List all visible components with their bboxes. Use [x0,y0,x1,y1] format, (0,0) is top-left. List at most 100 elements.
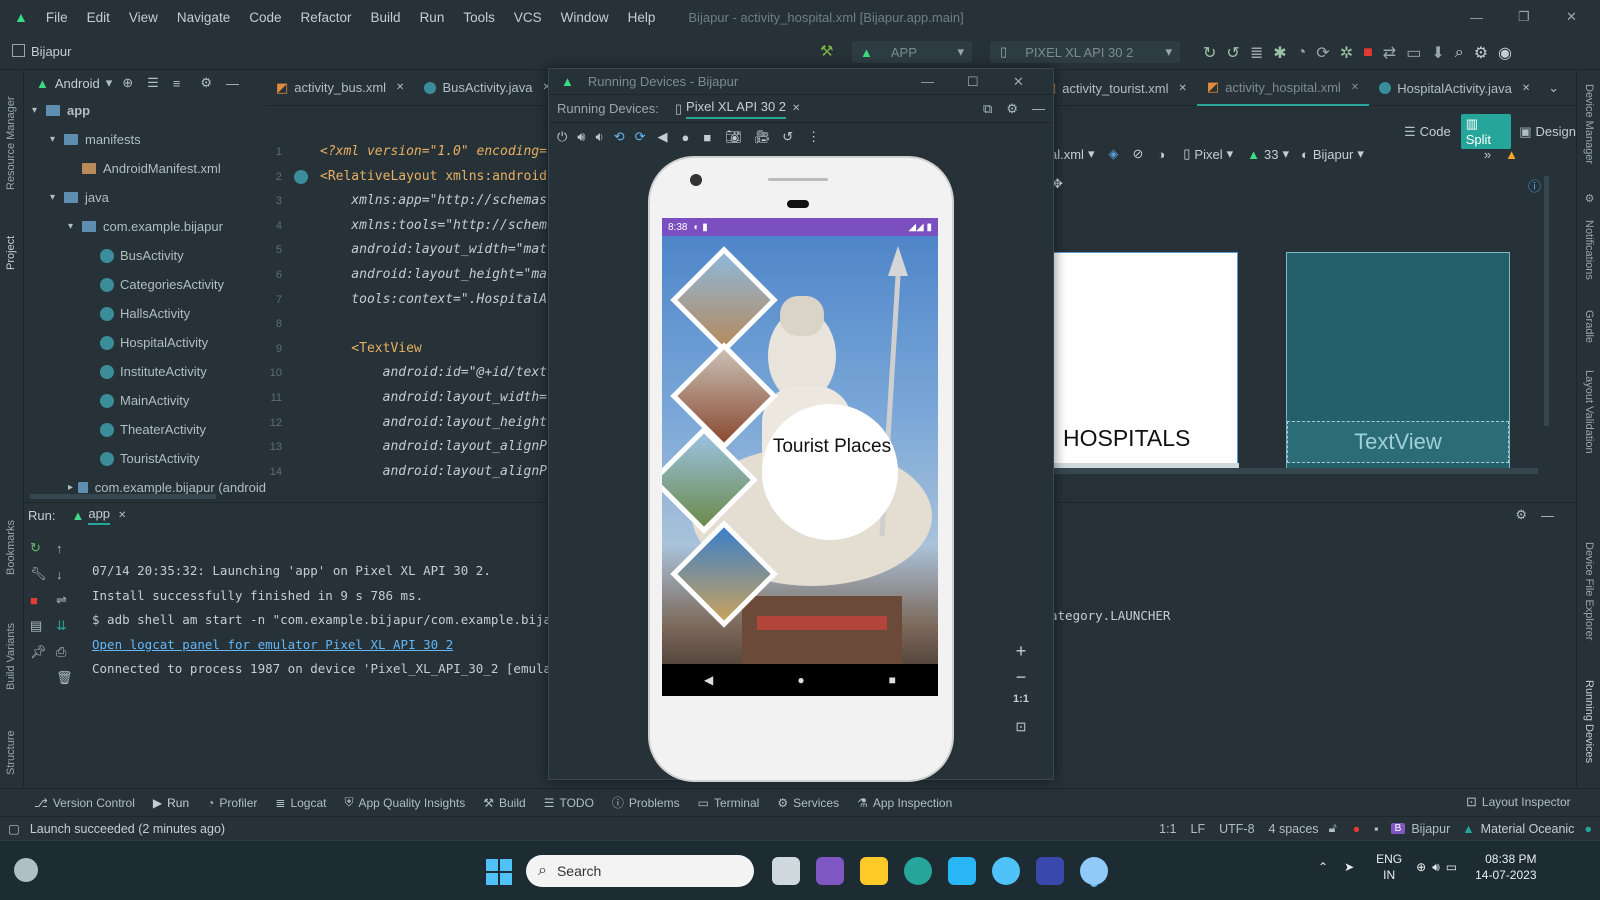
warning-icon[interactable]: ▲ [1505,147,1518,162]
code-line[interactable]: android:layout_width= [320,386,550,411]
hide-panel-icon[interactable]: — [1541,508,1554,523]
running-devices-tab[interactable]: Running Devices [1583,680,1595,763]
line-separator[interactable]: LF [1191,822,1206,836]
battery-icon[interactable]: ▭ [1446,860,1457,874]
apply-changes-icon[interactable]: ↻ [1203,43,1216,63]
code-line[interactable]: xmlns:tools="http://schem [320,214,550,239]
center-circle[interactable] [762,404,898,540]
search-icon[interactable]: ⌕ [1455,44,1464,62]
print-icon[interactable]: ⎙ [56,644,66,660]
tree-item[interactable]: TouristActivity [24,444,266,473]
tree-item[interactable]: ▾ com.example.bijapur [24,212,266,241]
chevron-down-icon[interactable]: ▾ [1088,146,1095,162]
zoom-in-button[interactable]: + [1009,641,1033,667]
close-icon[interactable]: ✕ [792,103,800,114]
language-indicator[interactable]: ENG IN [1376,851,1402,883]
code-line[interactable]: android:layout_alignP [320,460,550,485]
chevron-up-icon[interactable]: ⌃ [1318,860,1328,874]
nav-recents-icon[interactable]: ■ [889,673,896,687]
blueprint-preview[interactable]: TextView [1286,252,1510,472]
menu-item[interactable]: File [46,10,68,25]
clock[interactable]: 08:38 PM 14-07-2023 [1475,851,1536,883]
tree-item[interactable]: HallsActivity [24,299,266,328]
chevron-down-icon[interactable]: ▾ [106,75,113,91]
preview-scrollbar[interactable] [1050,468,1538,474]
gear-icon[interactable]: ⚙ [200,75,212,91]
menu-item[interactable]: Navigate [177,10,230,25]
close-icon[interactable]: ✕ [118,510,126,521]
run-tab-app[interactable]: app [88,506,111,525]
file-selector[interactable]: al.xml [1050,147,1084,162]
down-arrow-icon[interactable]: ↓ [56,567,63,582]
menu-item[interactable]: View [129,10,158,25]
zoom-fit-icon[interactable]: ⊡ [1009,719,1033,745]
tool-tab-terminal[interactable]: ▭ Terminal [698,796,760,810]
chevron-down-icon[interactable]: ⌄ [1548,80,1559,96]
chevron-icon[interactable]: ▾ [32,105,46,116]
menu-item[interactable]: Code [249,10,281,25]
tourist-places-label[interactable]: Tourist Places [752,436,912,458]
chevron-icon[interactable]: ▾ [50,134,64,145]
chevron-down-icon[interactable]: ▾ [1282,146,1289,162]
edge-icon[interactable] [904,857,932,885]
notifications-tab[interactable]: Notifications [1583,220,1595,280]
code-line[interactable] [320,312,550,337]
tab-activity-hospital[interactable]: ◩ activity_hospital.xml ✕ [1196,70,1370,106]
taskbar-search[interactable]: ⌕ Search [526,855,754,887]
task-view-icon[interactable] [772,857,800,885]
close-icon[interactable]: ✕ [1179,83,1187,94]
layout-icon[interactable]: ▤ [30,618,56,634]
trash-icon[interactable]: 🗑︎ [56,670,73,686]
store-icon[interactable] [948,857,976,885]
screenshot-icon[interactable]: 📷︎ [725,129,742,145]
volume-up-icon[interactable]: 🔊︎ [577,129,585,145]
nav-home-icon[interactable]: ● [797,673,804,687]
status-theme[interactable]: Material Oceanic [1481,822,1575,836]
menu-item[interactable]: Run [420,10,445,25]
volume-icon[interactable]: 🔊︎ [1432,860,1440,875]
maximize-button[interactable]: ☐ [967,74,979,90]
overview-icon[interactable]: ■ [703,130,711,145]
gradle-tab[interactable]: Gradle [1583,310,1595,343]
close-icon[interactable]: ✕ [1522,83,1530,94]
app-icon[interactable] [992,857,1020,885]
sync-gradle-icon[interactable]: ⇄ [1383,43,1396,63]
chevron-icon[interactable]: ▸ [68,482,78,493]
design-view-button[interactable]: Design [1536,124,1576,139]
tree-item[interactable]: ▾ java [24,183,266,212]
scroll-end-icon[interactable]: ⇊ [56,618,67,634]
file-encoding[interactable]: UTF-8 [1219,822,1254,836]
tree-item[interactable]: TheaterActivity [24,415,266,444]
device-selector[interactable]: ▯ PIXEL XL API 30 2 ▾ [990,41,1180,63]
tool-tab-todo[interactable]: ☰ TODO [544,796,594,810]
weather-icon[interactable] [14,858,38,882]
layers-icon[interactable]: ◈ [1108,146,1118,162]
hide-panel-icon[interactable]: — [226,76,239,91]
restore-window-button[interactable]: ❐ [1518,9,1530,25]
more-icon[interactable]: ⋮ [807,129,820,145]
hide-icon[interactable]: — [1032,101,1045,116]
vertical-scrollbar[interactable] [1544,176,1549,426]
code-line[interactable]: <TextView [320,337,550,362]
device-file-explorer-tab[interactable]: Device File Explorer [1583,542,1595,640]
record-icon[interactable]: 🎥︎ [754,129,771,145]
build-variants-tab[interactable]: Build Variants [5,600,17,690]
bug-icon[interactable]: ✲ [1340,43,1353,63]
sdk-manager-icon[interactable]: ⬇ [1431,43,1444,63]
close-button[interactable]: ✕ [1013,74,1024,90]
chevron-icon[interactable]: ▾ [50,192,64,203]
theme-selector[interactable]: Bijapur [1313,147,1353,162]
tool-tab-app-inspection[interactable]: ⚗ App Inspection [857,796,952,810]
gear-icon[interactable]: ⚙ [1515,507,1527,523]
code-view-button[interactable]: Code [1420,124,1451,139]
tool-tab-logcat[interactable]: ≣ Logcat [275,796,326,810]
start-button[interactable] [486,859,512,885]
zoom-out-button[interactable]: − [1009,667,1033,693]
code-line[interactable]: <?xml version="1.0" encoding= [320,140,550,165]
file-explorer-icon[interactable] [860,857,888,885]
textview-blueprint[interactable]: TextView [1287,421,1509,463]
layout-inspector-tab[interactable]: ⊡ Layout Inspector [1466,794,1571,810]
reset-icon[interactable]: ↺ [782,129,793,145]
tree-item[interactable]: ▾ manifests [24,125,266,154]
wrench-icon[interactable]: 🔧︎ [30,566,56,582]
